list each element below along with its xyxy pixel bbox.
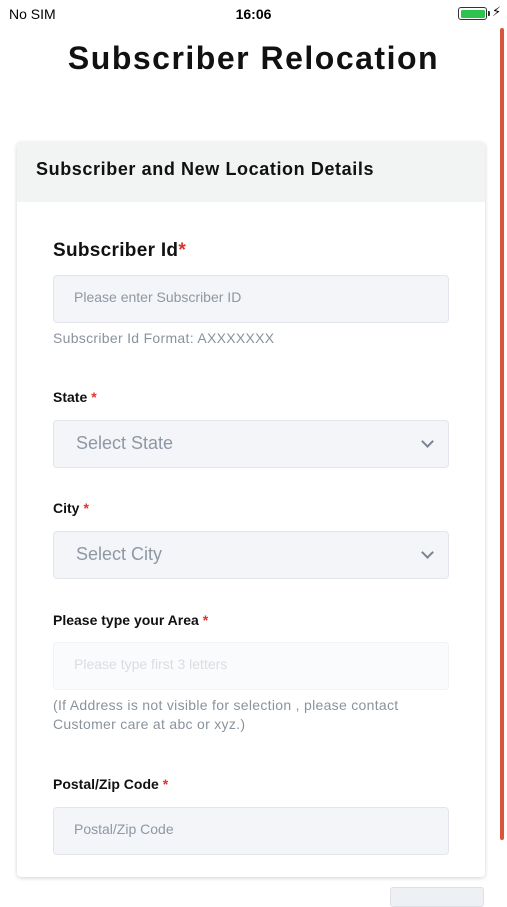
state-select[interactable]: Select State bbox=[53, 420, 449, 468]
area-label-text: Please type your Area bbox=[53, 612, 199, 628]
postal-label-text: Postal/Zip Code bbox=[53, 776, 159, 792]
subscriber-id-label: Subscriber Id* bbox=[53, 240, 186, 262]
subscriber-id-placeholder: Please enter Subscriber ID bbox=[74, 289, 242, 305]
clock: 16:06 bbox=[235, 6, 272, 22]
postal-code-placeholder: Postal/Zip Code bbox=[74, 821, 174, 837]
scroll-indicator[interactable] bbox=[500, 28, 504, 840]
state-select-value: Select State bbox=[76, 433, 174, 453]
city-select-value: Select City bbox=[76, 544, 163, 564]
required-marker: * bbox=[178, 240, 187, 261]
battery-icon bbox=[458, 7, 487, 20]
state-label-text: State bbox=[53, 389, 88, 405]
required-marker: * bbox=[162, 776, 169, 792]
area-placeholder: Please type first 3 letters bbox=[74, 656, 228, 672]
required-marker: * bbox=[91, 389, 97, 405]
card-header: Subscriber and New Location Details bbox=[17, 142, 485, 202]
city-select[interactable]: Select City bbox=[53, 531, 449, 579]
area-input[interactable]: Please type first 3 letters bbox=[53, 642, 449, 690]
postal-code-input[interactable]: Postal/Zip Code bbox=[53, 807, 449, 855]
required-marker: * bbox=[83, 500, 89, 516]
chevron-down-icon bbox=[421, 435, 434, 448]
city-label: City * bbox=[53, 500, 89, 516]
status-bar: No SIM 16:06 ⚡ bbox=[0, 0, 507, 28]
charging-icon: ⚡ bbox=[492, 4, 502, 19]
subscriber-id-input[interactable]: Please enter Subscriber ID bbox=[53, 275, 449, 323]
battery-tip bbox=[488, 11, 490, 16]
required-marker: * bbox=[202, 612, 209, 628]
area-hint: (If Address is not visible for selection… bbox=[53, 697, 399, 732]
subscriber-id-label-text: Subscriber Id bbox=[53, 240, 179, 261]
relocation-form-card: Subscriber and New Location Details Subs… bbox=[17, 142, 485, 877]
chevron-down-icon bbox=[421, 546, 434, 559]
submit-button[interactable] bbox=[390, 887, 484, 907]
battery-fill bbox=[460, 9, 485, 18]
city-label-text: City bbox=[53, 500, 80, 516]
postal-label: Postal/Zip Code * bbox=[53, 776, 168, 792]
area-label: Please type your Area * bbox=[53, 612, 208, 628]
subscriber-id-hint: Subscriber Id Format: AXXXXXXX bbox=[53, 330, 275, 346]
page-title: Subscriber Relocation bbox=[67, 40, 440, 76]
state-label: State * bbox=[53, 389, 97, 405]
